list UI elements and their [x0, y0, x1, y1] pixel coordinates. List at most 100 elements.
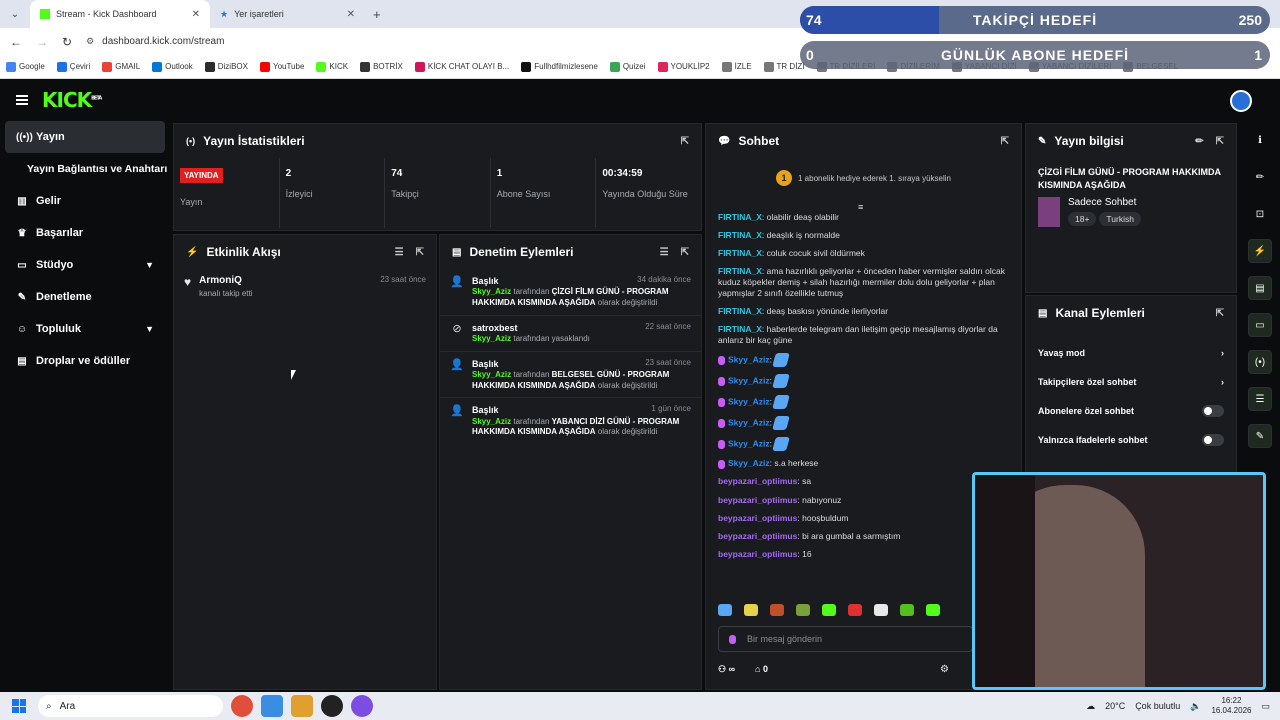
- popout-icon[interactable]: ⇱: [1001, 136, 1009, 147]
- sidebar-item-denetleme[interactable]: ✎ Denetleme: [0, 281, 170, 313]
- mod-user[interactable]: Skyy_Aziz: [472, 370, 511, 379]
- bookmark-item[interactable]: KICK: [316, 61, 348, 72]
- mod-user[interactable]: Skyy_Aziz: [472, 287, 511, 296]
- chat-username[interactable]: FIRTINA_X: [718, 266, 762, 276]
- emote-icon[interactable]: [718, 604, 732, 616]
- emote-icon[interactable]: [900, 604, 914, 616]
- emote-icon[interactable]: [822, 604, 836, 616]
- bookmark-item[interactable]: BOTRİX: [360, 61, 403, 72]
- toggle-switch[interactable]: [1202, 404, 1224, 417]
- action-slow-mode[interactable]: Yavaş mod ›: [1026, 338, 1236, 367]
- expand-icon[interactable]: ⇱: [681, 136, 689, 147]
- chat-input[interactable]: Bir mesaj gönderin: [718, 626, 973, 652]
- mod-user[interactable]: Skyy_Aziz: [472, 334, 511, 343]
- sidebar-item-gelir[interactable]: ▥ Gelir: [0, 185, 170, 217]
- clock[interactable]: 16:22 16.04.2026: [1211, 696, 1251, 715]
- wrench-icon[interactable]: ✎: [1248, 424, 1272, 448]
- media-icon[interactable]: [291, 695, 313, 717]
- filter-icon[interactable]: ☰: [395, 247, 404, 258]
- expand-icon[interactable]: ⇱: [1216, 136, 1224, 147]
- chat-username[interactable]: beypazari_optiimus: [718, 531, 797, 541]
- forward-icon[interactable]: →: [36, 35, 48, 49]
- close-tab-icon[interactable]: ✕: [347, 9, 355, 20]
- edit-icon[interactable]: ✏: [1195, 136, 1203, 147]
- back-icon[interactable]: ←: [10, 35, 22, 49]
- menu-icon[interactable]: [16, 95, 28, 105]
- emote-icon[interactable]: [796, 604, 810, 616]
- chat-username[interactable]: Skyy_Aziz: [728, 376, 770, 386]
- chat-username[interactable]: FIRTINA_X: [718, 248, 762, 258]
- emote-icon[interactable]: [744, 604, 758, 616]
- chat-username[interactable]: Skyy_Aziz: [728, 397, 770, 407]
- chat-username[interactable]: FIRTINA_X: [718, 324, 762, 334]
- app-icon[interactable]: [351, 695, 373, 717]
- bookmark-item[interactable]: YouTube: [259, 61, 304, 72]
- expand-icon[interactable]: ⇱: [416, 247, 424, 258]
- activity-user[interactable]: ArmoniQ: [199, 275, 252, 286]
- reload-icon[interactable]: ↻: [62, 35, 72, 49]
- kick-logo[interactable]: KICKBETA: [42, 88, 102, 112]
- sidebar-item-stream-key[interactable]: Yayın Bağlantısı ve Anahtarı: [0, 153, 170, 185]
- notification-icon[interactable]: ▭: [1261, 701, 1270, 712]
- server-icon[interactable]: ☰: [1248, 387, 1272, 411]
- bookmark-item[interactable]: KİCK CHAT OLAYI B...: [414, 61, 509, 72]
- edit-icon[interactable]: ✏: [1248, 165, 1272, 189]
- bookmark-item[interactable]: TR DİZİ: [763, 61, 805, 72]
- mod-user[interactable]: Skyy_Aziz: [472, 417, 511, 426]
- sidebar-item-studyo[interactable]: ▭ Stüdyo ▼: [0, 249, 170, 281]
- document-icon[interactable]: ▤: [1248, 276, 1272, 300]
- gift-leaderboard-banner[interactable]: 1 1 abonelik hediye ederek 1. sıraya yük…: [718, 166, 1009, 190]
- bookmark-item[interactable]: Google: [6, 61, 45, 72]
- filter-icon[interactable]: ☰: [660, 247, 669, 258]
- close-tab-icon[interactable]: ✕: [192, 9, 200, 20]
- pinned-toggle-icon[interactable]: ≡: [858, 202, 863, 212]
- tab-search-icon[interactable]: ⌄: [0, 9, 30, 20]
- chat-username[interactable]: Skyy_Aziz: [728, 418, 770, 428]
- toggle-switch[interactable]: [1202, 433, 1224, 446]
- volume-icon[interactable]: 🔈: [1190, 701, 1201, 712]
- chat-username[interactable]: FIRTINA_X: [718, 230, 762, 240]
- chat-settings-icon[interactable]: ⚙: [940, 664, 949, 675]
- capture-icon[interactable]: ⊡: [1248, 202, 1272, 226]
- chat-username[interactable]: beypazari_optiimus: [718, 513, 797, 523]
- emote-icon[interactable]: [848, 604, 862, 616]
- chat-icon[interactable]: ▭: [1248, 313, 1272, 337]
- site-info-icon[interactable]: ⚙: [86, 36, 94, 47]
- windows-start-icon[interactable]: [12, 699, 26, 713]
- emote-icon[interactable]: [770, 604, 784, 616]
- chat-username[interactable]: FIRTINA_X: [718, 306, 762, 316]
- action-followers-only[interactable]: Takipçilere özel sohbet ›: [1026, 367, 1236, 396]
- obs-icon[interactable]: [321, 695, 343, 717]
- chat-username[interactable]: beypazari_optiimus: [718, 495, 797, 505]
- expand-icon[interactable]: ⇱: [1216, 308, 1224, 319]
- sidebar-item-topluluk[interactable]: ☺ Topluluk ▼: [0, 313, 170, 345]
- browser-tab-bookmarks[interactable]: ★ Yer işaretleri ✕: [210, 0, 365, 28]
- points-counter[interactable]: ⚇ ∞: [718, 664, 735, 675]
- bookmark-item[interactable]: Outlook: [152, 61, 193, 72]
- bookmark-item[interactable]: GMAIL: [102, 61, 140, 72]
- bookmark-item[interactable]: YOUKLİP2: [657, 61, 710, 72]
- chat-username[interactable]: beypazari_optiimus: [718, 549, 797, 559]
- emote-icon[interactable]: [926, 604, 940, 616]
- chat-username[interactable]: beypazari_optiimus: [718, 476, 797, 486]
- sidebar-item-yayin[interactable]: ((•)) Yayın: [5, 121, 165, 153]
- taskbar-search[interactable]: ⌕ Ara: [38, 695, 223, 717]
- emote-icon[interactable]: [874, 604, 888, 616]
- chat-username[interactable]: Skyy_Aziz: [728, 458, 770, 468]
- explorer-icon[interactable]: [261, 695, 283, 717]
- bookmark-item[interactable]: Çeviri: [56, 61, 90, 72]
- new-tab-button[interactable]: +: [373, 7, 381, 22]
- bookmark-item[interactable]: DiziBOX: [204, 61, 248, 72]
- browser-tab-kick-dashboard[interactable]: Stream - Kick Dashboard ✕: [30, 0, 210, 28]
- sidebar-item-droplar[interactable]: ▤ Droplar ve ödüller: [0, 345, 170, 377]
- user-avatar[interactable]: [1230, 90, 1252, 112]
- category-name[interactable]: Sadece Sohbet: [1068, 197, 1144, 208]
- expand-icon[interactable]: ⇱: [681, 247, 689, 258]
- chrome-icon[interactable]: [231, 695, 253, 717]
- chat-username[interactable]: Skyy_Aziz: [728, 439, 770, 449]
- chat-username[interactable]: Skyy_Aziz: [728, 355, 770, 365]
- address-bar[interactable]: dashboard.kick.com/stream: [102, 36, 224, 47]
- info-icon[interactable]: ℹ: [1248, 128, 1272, 152]
- gift-counter[interactable]: ⌂ 0: [755, 664, 768, 675]
- sidebar-item-basarilar[interactable]: ♛ Başarılar: [0, 217, 170, 249]
